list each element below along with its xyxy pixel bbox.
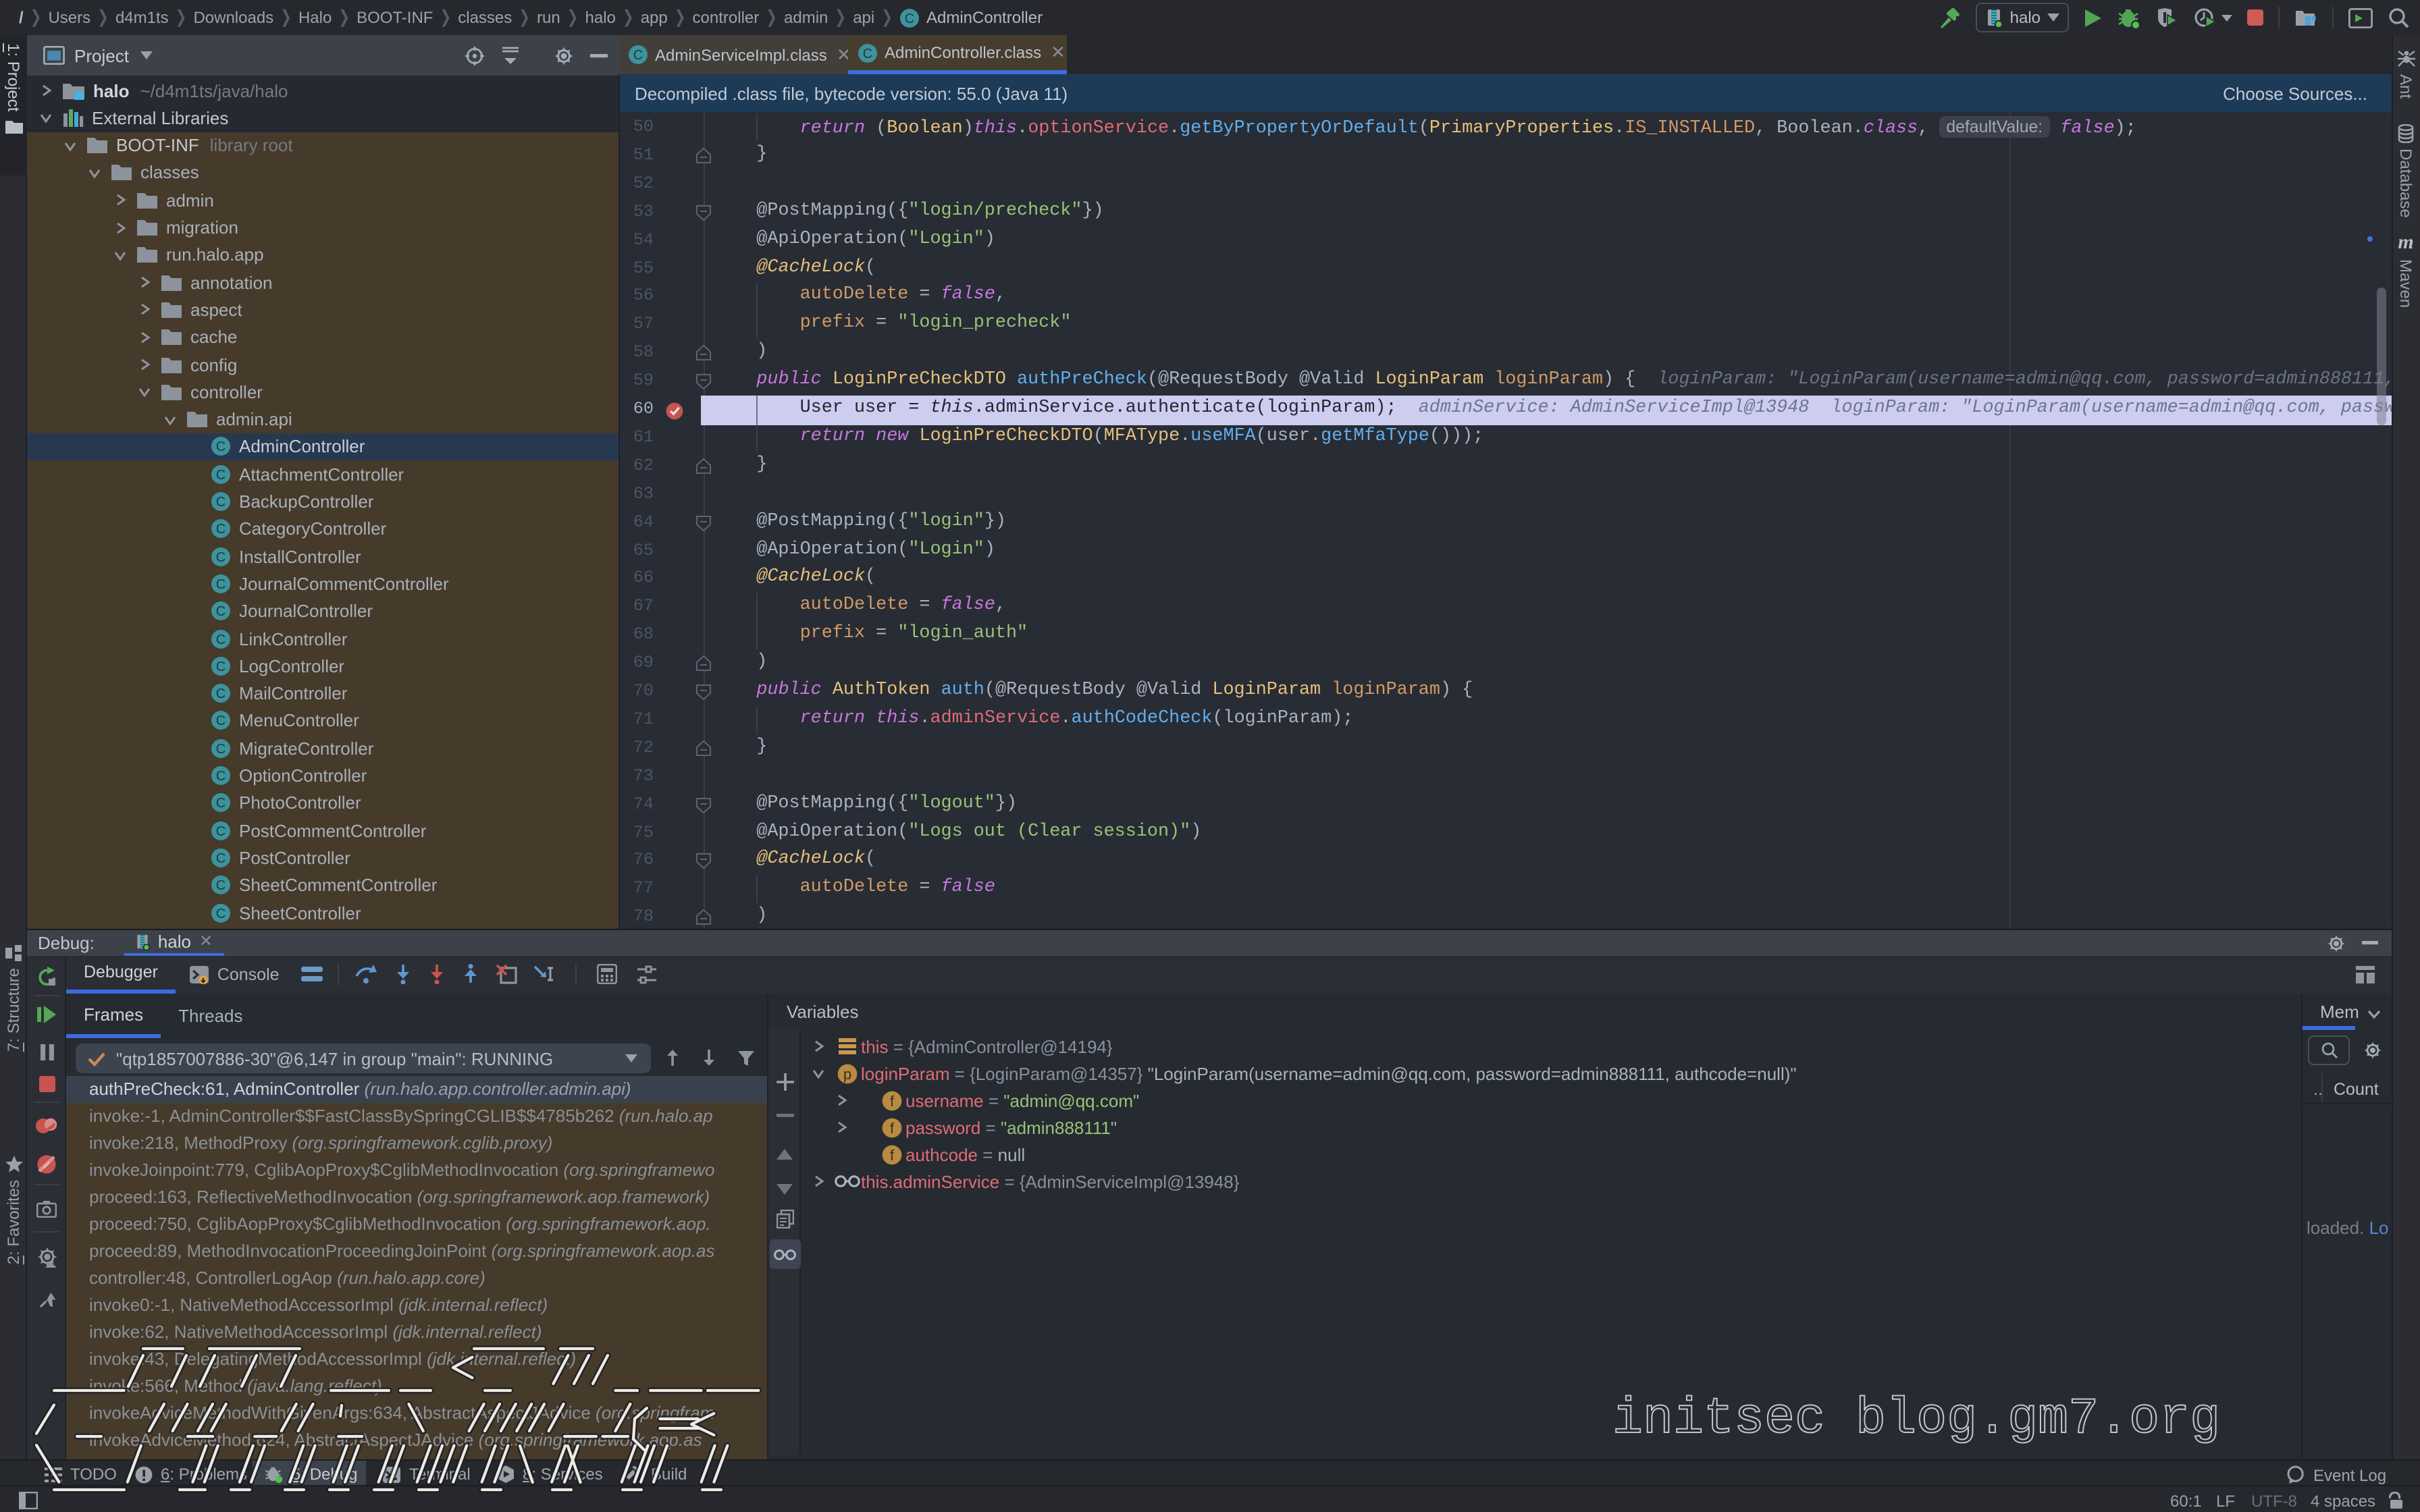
svg-text:C: C <box>633 48 643 63</box>
svg-text:C: C <box>216 549 226 564</box>
svg-text:f: f <box>889 1092 894 1109</box>
svg-text:C: C <box>216 659 226 674</box>
svg-text:C: C <box>216 851 226 866</box>
svg-text:C: C <box>216 769 226 784</box>
svg-text:C: C <box>216 495 226 510</box>
svg-text:C: C <box>216 824 226 838</box>
svg-text:C: C <box>216 714 226 729</box>
svg-text:C: C <box>216 686 226 701</box>
svg-text:C: C <box>216 796 226 811</box>
svg-text:C: C <box>216 878 226 893</box>
svg-text:C: C <box>905 11 914 26</box>
svg-text:C: C <box>216 604 226 619</box>
svg-text:C: C <box>216 632 226 647</box>
svg-text:C: C <box>216 741 226 756</box>
svg-text:C: C <box>216 440 226 455</box>
svg-text:C: C <box>216 467 226 482</box>
svg-text:p: p <box>843 1065 851 1082</box>
svg-text:C: C <box>216 906 226 921</box>
svg-text:C: C <box>863 46 872 61</box>
svg-text:C: C <box>216 522 226 537</box>
svg-text:f: f <box>889 1119 894 1136</box>
svg-text:f: f <box>889 1146 894 1163</box>
svg-text:C: C <box>216 577 226 592</box>
